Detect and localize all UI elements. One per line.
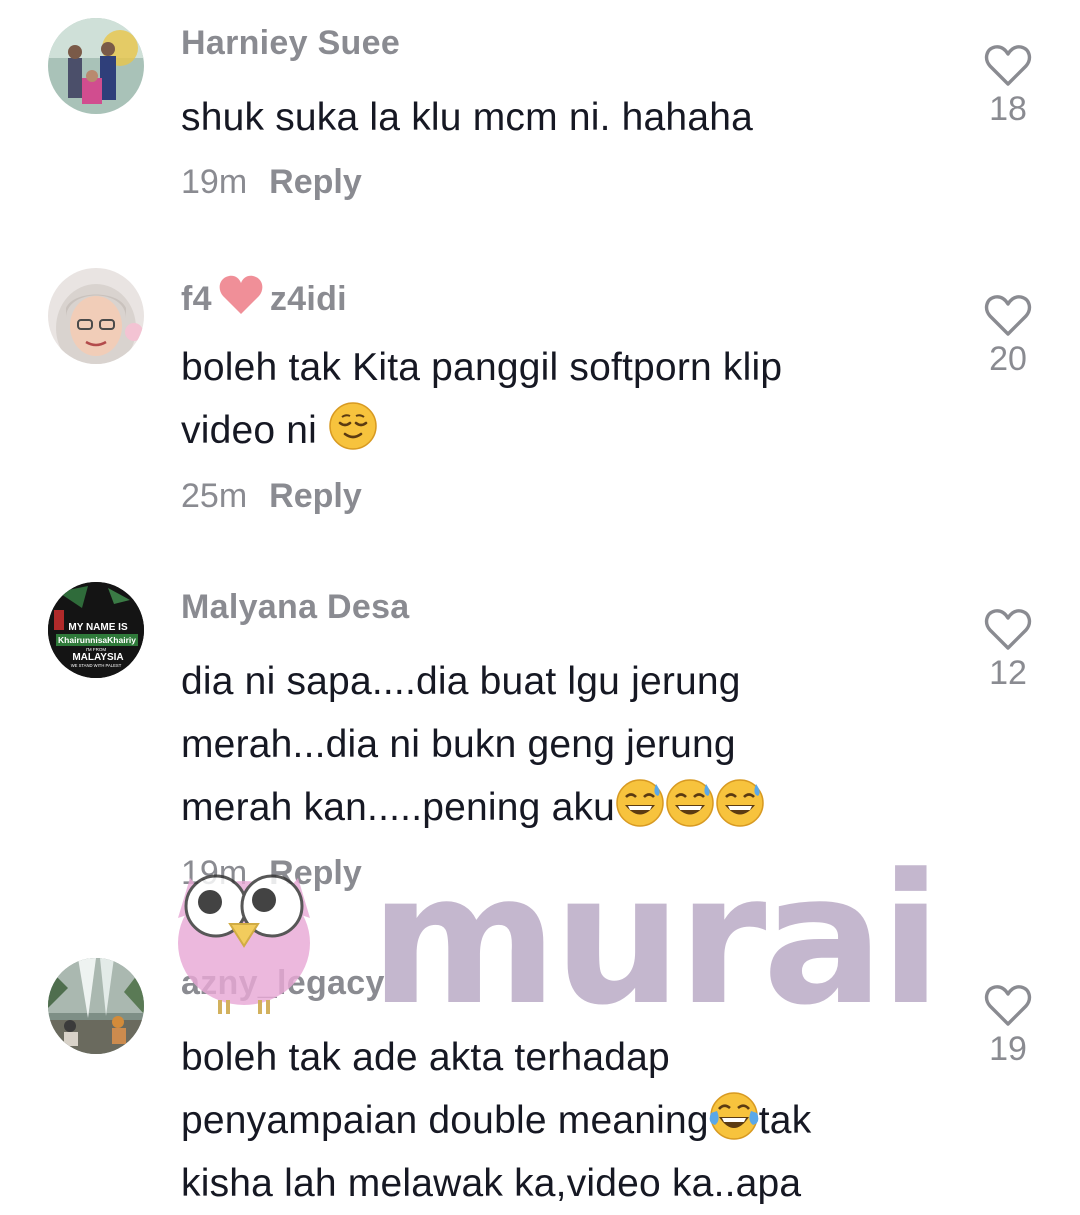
comment-text-line: video ni bbox=[181, 399, 921, 462]
family-photo-avatar-icon bbox=[48, 18, 144, 114]
comment-username[interactable]: f4 z4idi bbox=[181, 274, 347, 319]
heart-outline-icon bbox=[984, 295, 1032, 336]
heart-outline-icon bbox=[984, 45, 1032, 86]
comment-time: 19m bbox=[181, 163, 248, 201]
avatar-caption: MALAYSIA bbox=[72, 652, 123, 663]
comment-time: 19m bbox=[181, 854, 248, 892]
username-part: f4 bbox=[181, 280, 212, 318]
like-button[interactable]: 20 bbox=[978, 294, 1038, 379]
avatar[interactable] bbox=[48, 268, 144, 364]
relieved-face-emoji-icon bbox=[329, 402, 377, 450]
grinning-sweat-emoji-icon bbox=[716, 779, 764, 827]
comment-time: 25m bbox=[181, 477, 248, 515]
comment-text-line: merah kan.....pening aku bbox=[181, 776, 921, 839]
comment-text-line: dia ni sapa....dia buat lgu jerung bbox=[181, 660, 741, 703]
like-button[interactable]: 19 bbox=[978, 984, 1038, 1069]
avatar-caption: KhairunnisaKhairiy bbox=[58, 635, 136, 645]
comment-meta: 19m Reply bbox=[181, 854, 362, 893]
comment-text: boleh tak ade akta terhadap penyampaian … bbox=[181, 1026, 941, 1215]
reply-button[interactable]: Reply bbox=[269, 854, 362, 892]
avatar-caption: WE STAND WITH PALEST bbox=[71, 663, 122, 668]
comment-text-segment: penyampaian double meaning bbox=[181, 1099, 709, 1142]
like-count: 19 bbox=[989, 1030, 1027, 1068]
heart-outline-icon bbox=[984, 609, 1032, 650]
comment-text-line: boleh tak Kita panggil softporn klip bbox=[181, 346, 783, 389]
comment-text-line: merah...dia ni bukn geng jerung bbox=[181, 723, 736, 766]
comment-text-segment: tak bbox=[758, 1099, 812, 1142]
like-count: 20 bbox=[989, 340, 1027, 378]
name-card-avatar-icon: MY NAME IS KhairunnisaKhairiy I'M FROM M… bbox=[48, 582, 144, 678]
avatar[interactable] bbox=[48, 18, 144, 114]
like-count: 12 bbox=[989, 654, 1027, 692]
comment-text: dia ni sapa....dia buat lgu jerung merah… bbox=[181, 650, 921, 839]
comment-text-segment: merah kan.....pening aku bbox=[181, 786, 616, 829]
comment-text-line: penyampaian double meaning tak bbox=[181, 1089, 941, 1152]
like-button[interactable]: 18 bbox=[978, 44, 1038, 129]
like-button[interactable]: 12 bbox=[978, 608, 1038, 693]
selfie-avatar-icon bbox=[48, 268, 144, 364]
username-part: z4idi bbox=[269, 280, 347, 318]
tears-of-joy-emoji-icon bbox=[709, 1092, 759, 1140]
comment-meta: 19m Reply bbox=[181, 163, 362, 202]
grinning-sweat-emoji-icon bbox=[616, 779, 664, 827]
pink-heart-emoji-icon bbox=[219, 275, 263, 314]
comment-text-line: boleh tak ade akta terhadap bbox=[181, 1036, 670, 1079]
reply-button[interactable]: Reply bbox=[269, 477, 362, 515]
comment-username[interactable]: Malyana Desa bbox=[181, 588, 410, 627]
comment-meta: 25m Reply bbox=[181, 477, 362, 516]
avatar[interactable] bbox=[48, 958, 144, 1054]
comment-text: boleh tak Kita panggil softporn klip vid… bbox=[181, 336, 921, 462]
grinning-sweat-emoji-icon bbox=[666, 779, 714, 827]
reply-button[interactable]: Reply bbox=[269, 163, 362, 201]
watermark-text: murai bbox=[370, 836, 942, 1045]
comment-text-segment: video ni bbox=[181, 409, 318, 452]
comment-username[interactable]: Harniey Suee bbox=[181, 24, 400, 63]
comment-username[interactable]: azny_legacy bbox=[181, 964, 385, 1003]
avatar-caption: MY NAME IS bbox=[68, 622, 128, 633]
like-count: 18 bbox=[989, 90, 1027, 128]
comment-text: shuk suka la klu mcm ni. hahaha bbox=[181, 96, 753, 139]
avatar[interactable]: MY NAME IS KhairunnisaKhairiy I'M FROM M… bbox=[48, 582, 144, 678]
waterfall-avatar-icon bbox=[48, 958, 144, 1054]
heart-outline-icon bbox=[984, 985, 1032, 1026]
